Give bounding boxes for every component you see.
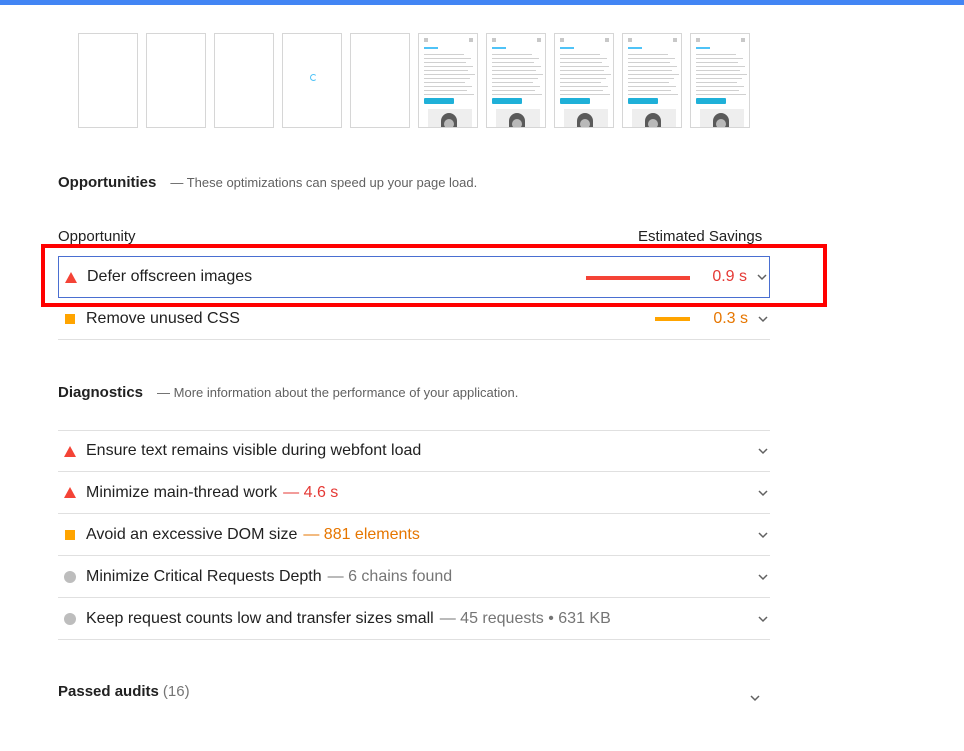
audit-row-font-display[interactable]: Ensure text remains visible during webfo… <box>58 430 770 472</box>
filmstrip-frame <box>214 33 274 128</box>
average-square-icon <box>65 529 75 540</box>
chevron-down-icon[interactable] <box>756 486 770 500</box>
audit-title: Minimize main-thread work <box>86 483 278 501</box>
chevron-down-icon[interactable] <box>749 691 763 705</box>
audit-display-value: — 881 elements <box>303 525 420 543</box>
filmstrip-frame <box>350 33 410 128</box>
opportunities-description: — These optimizations can speed up your … <box>170 175 478 190</box>
audit-title: Ensure text remains visible during webfo… <box>86 442 422 459</box>
info-circle-icon <box>64 570 76 583</box>
audit-title: Avoid an excessive DOM size <box>86 525 298 543</box>
audit-title: Remove unused CSS <box>86 309 240 327</box>
chevron-down-icon[interactable] <box>756 444 770 458</box>
filmstrip-frame <box>486 33 546 128</box>
average-square-icon <box>65 313 75 324</box>
filmstrip <box>78 33 750 128</box>
filmstrip-frame <box>78 33 138 128</box>
passed-audits-toggle[interactable]: Passed audits (16) <box>58 683 190 700</box>
diagnostics-title: Diagnostics <box>58 384 144 401</box>
highlight-annotation-box <box>41 244 827 307</box>
top-accent-bar <box>0 0 964 5</box>
savings-bar <box>655 317 690 321</box>
chevron-down-icon[interactable] <box>756 528 770 542</box>
filmstrip-frame <box>282 33 342 128</box>
savings-value: 0.3 s <box>713 309 748 327</box>
chevron-down-icon[interactable] <box>756 612 770 626</box>
audit-title: Keep request counts low and transfer siz… <box>86 609 434 627</box>
passed-audits-count: (16) <box>162 683 190 700</box>
chevron-down-icon[interactable] <box>756 312 770 326</box>
audit-title: Minimize Critical Requests Depth <box>86 567 322 585</box>
opportunity-column-header: Opportunity <box>58 228 136 245</box>
diagnostics-description: — More information about the performance… <box>157 385 519 400</box>
info-circle-icon <box>64 612 76 625</box>
audit-display-value: — 45 requests • 631 KB <box>439 609 611 627</box>
audit-row-critical-request-chains[interactable]: Minimize Critical Requests Depth — 6 cha… <box>58 556 770 598</box>
opportunities-title: Opportunities <box>58 174 157 191</box>
audit-row-resource-summary[interactable]: Keep request counts low and transfer siz… <box>58 598 770 640</box>
passed-audits-label: Passed audits <box>58 683 159 700</box>
filmstrip-frame <box>418 33 478 128</box>
audit-display-value: — 6 chains found <box>327 567 453 585</box>
opportunities-heading: Opportunities — These optimizations can … <box>58 174 477 191</box>
filmstrip-frame <box>690 33 750 128</box>
chevron-down-icon[interactable] <box>756 570 770 584</box>
audit-row-dom-size[interactable]: Avoid an excessive DOM size — 881 elemen… <box>58 514 770 556</box>
fail-triangle-icon <box>64 487 76 498</box>
fail-triangle-icon <box>64 445 76 457</box>
audit-display-value: — 4.6 s <box>283 483 339 501</box>
audit-row-main-thread-work[interactable]: Minimize main-thread work — 4.6 s <box>58 472 770 514</box>
filmstrip-frame <box>146 33 206 128</box>
loading-spinner-icon <box>310 74 317 81</box>
filmstrip-frame <box>622 33 682 128</box>
estimated-savings-column-header: Estimated Savings <box>638 228 763 245</box>
diagnostics-heading: Diagnostics — More information about the… <box>58 384 518 401</box>
filmstrip-frame <box>554 33 614 128</box>
